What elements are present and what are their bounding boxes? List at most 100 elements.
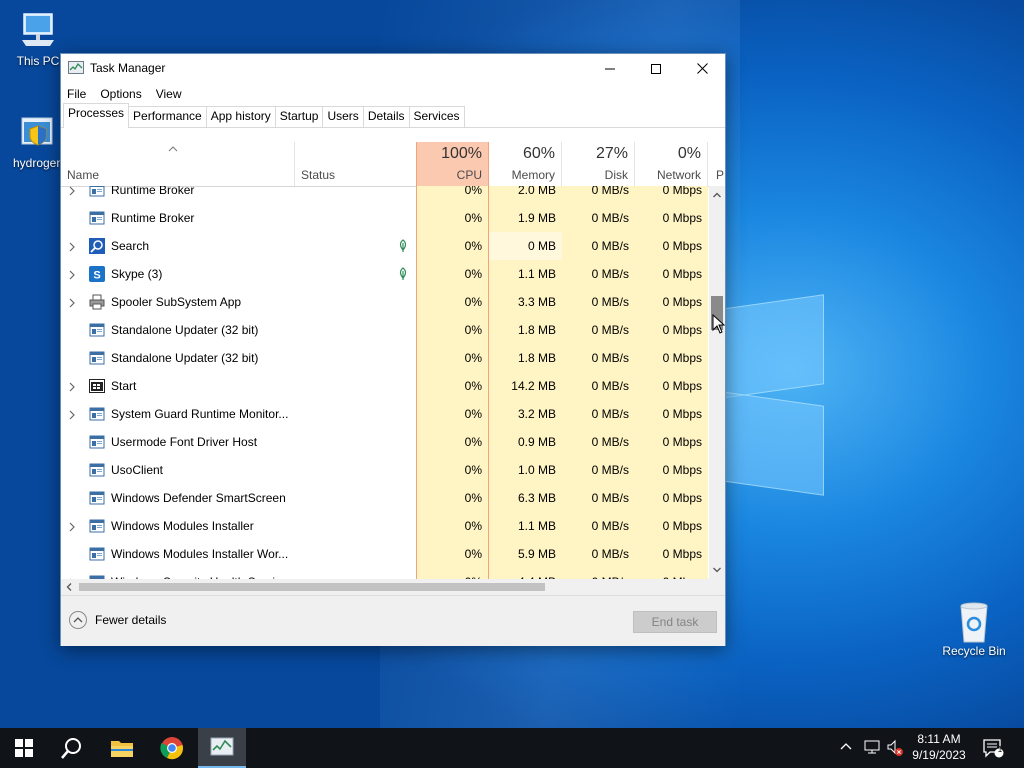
process-name: Search — [111, 239, 150, 253]
tab-performance[interactable]: Performance — [128, 106, 207, 127]
expand-chevron-icon[interactable] — [67, 521, 77, 532]
expand-chevron-icon[interactable] — [67, 241, 77, 252]
maximize-button[interactable] — [633, 54, 679, 83]
desktop-icon-recycle-bin[interactable]: Recycle Bin — [936, 600, 1012, 658]
process-name: System Guard Runtime Monitor... — [111, 407, 289, 421]
horizontal-scrollbar[interactable] — [61, 579, 709, 595]
column-header-name[interactable]: Name — [61, 142, 295, 186]
title-bar[interactable]: Task Manager — [61, 54, 725, 83]
column-header-disk[interactable]: 27% Disk — [562, 142, 635, 186]
task-manager-icon — [210, 737, 234, 756]
column-header-power[interactable]: P — [708, 142, 725, 186]
table-row[interactable]: Windows Security Health Servi... 0%4.4 MB… — [61, 568, 709, 579]
expand-chevron-icon[interactable] — [67, 297, 77, 308]
expand-chevron-icon[interactable] — [67, 186, 77, 196]
footer: Fewer details End task — [61, 595, 725, 646]
column-header-network[interactable]: 0% Network — [635, 142, 708, 186]
tab-app-history[interactable]: App history — [205, 106, 276, 127]
memory-cell: 3.3 MB — [489, 288, 562, 316]
column-header-status[interactable]: Status — [295, 142, 416, 186]
cpu-cell: 0% — [416, 540, 489, 568]
table-row[interactable]: Search 0% 0 MB 0 MB/s 0 Mbps — [61, 232, 709, 260]
table-row[interactable]: S Skype (3) 0% 1.1 MB 0 MB/s 0 Mbps — [61, 260, 709, 288]
column-header-memory[interactable]: 60% Memory — [489, 142, 562, 186]
task-manager-icon — [68, 61, 84, 75]
memory-cell: 1.9 MB — [489, 204, 562, 232]
tab-details[interactable]: Details — [362, 106, 410, 127]
table-row[interactable]: Windows Modules Installer 0% 1.1 MB 0 MB/s 0… — [61, 512, 709, 540]
scroll-up-arrow-icon[interactable] — [713, 192, 721, 198]
cpu-cell: 0% — [416, 456, 489, 484]
column-header-cpu[interactable]: 100% CPU — [416, 142, 489, 186]
network-cell: 0 Mbps — [635, 344, 708, 372]
cpu-cell: 0% — [416, 344, 489, 372]
disk-cell: 0 MB/s — [562, 372, 635, 400]
table-row[interactable]: Runtime Broker 0% 1.9 MB 0 MB/s 0 Mbps — [61, 204, 709, 232]
taskbar-chrome[interactable] — [148, 728, 196, 768]
menu-view[interactable]: View — [156, 87, 182, 101]
expand-chevron-icon[interactable] — [67, 381, 77, 392]
taskbar-task-manager[interactable] — [198, 728, 246, 768]
memory-cell: 1.8 MB — [489, 316, 562, 344]
network-cell: 0 Mbps — [635, 512, 708, 540]
window-icon — [89, 518, 105, 534]
cpu-cell: 0% — [416, 260, 489, 288]
window-icon — [89, 490, 105, 506]
network-cell: 0 Mbps — [635, 484, 708, 512]
process-name: UsoClient — [111, 463, 164, 477]
disk-cell: 0 MB/s — [562, 428, 635, 456]
tab-startup[interactable]: Startup — [274, 106, 324, 127]
process-name: Standalone Updater (32 bit) — [111, 351, 259, 365]
table-row[interactable]: Spooler SubSystem App 0% 3.3 MB 0 MB/s 0 Mbp… — [61, 288, 709, 316]
close-button[interactable] — [679, 54, 725, 83]
end-task-button[interactable]: End task — [633, 611, 717, 633]
minimize-button[interactable] — [587, 54, 633, 83]
task-manager-window: Task Manager File Options View Processes… — [60, 53, 726, 646]
sort-ascending-icon — [168, 146, 178, 152]
network-cell: 0 Mbps — [635, 428, 708, 456]
disk-cell: 0 MB/s — [562, 512, 635, 540]
network-cell: 0 Mbps — [635, 204, 708, 232]
menu-options[interactable]: Options — [100, 87, 141, 101]
desktop-icon-label: Recycle Bin — [942, 644, 1006, 658]
volume-muted-icon[interactable] — [886, 739, 904, 757]
cpu-cell: 0% — [416, 288, 489, 316]
table-row[interactable]: Standalone Updater (32 bit) 0% 1.8 MB 0 MB/… — [61, 344, 709, 372]
vertical-scrollbar[interactable] — [709, 186, 725, 579]
network-cell: 0 Mbps — [635, 568, 708, 579]
taskbar-file-explorer[interactable] — [98, 728, 146, 768]
window-icon — [89, 434, 105, 450]
suspended-leaf-icon — [397, 267, 409, 281]
table-row[interactable]: Windows Defender SmartScreen 0% 6.3 MB 0 MB… — [61, 484, 709, 512]
table-row[interactable]: Standalone Updater (32 bit) 0% 1.8 MB 0 MB/… — [61, 316, 709, 344]
cpu-cell: 0% — [416, 186, 489, 204]
tab-strip: Processes Performance App history Startu… — [61, 103, 725, 128]
clock[interactable]: 8:11 AM 9/19/2023 — [904, 731, 974, 763]
table-row[interactable]: Usermode Font Driver Host 0% 0.9 MB 0 MB/s 0… — [61, 428, 709, 456]
mouse-cursor-icon — [712, 314, 726, 334]
table-row[interactable]: System Guard Runtime Monitor... 0% 3.2 MB 0… — [61, 400, 709, 428]
network-icon[interactable] — [864, 740, 880, 754]
table-row[interactable]: UsoClient 0% 1.0 MB 0 MB/s 0 Mbps — [61, 456, 709, 484]
tab-processes[interactable]: Processes — [63, 103, 130, 128]
expand-chevron-icon[interactable] — [67, 409, 77, 420]
table-row[interactable]: Runtime Broker 0% 2.0 MB 0 MB/s 0 Mbps — [61, 186, 709, 204]
scroll-left-arrow-icon[interactable] — [66, 583, 72, 591]
fewer-details-button[interactable]: Fewer details — [69, 611, 166, 629]
search-button[interactable] — [48, 728, 96, 768]
menu-file[interactable]: File — [67, 87, 86, 101]
show-hidden-icons-chevron-icon[interactable] — [840, 742, 852, 750]
network-cell: 0 Mbps — [635, 260, 708, 288]
action-center-button[interactable]: 1 — [976, 728, 1010, 768]
expand-chevron-icon[interactable] — [67, 269, 77, 280]
process-name: Windows Defender SmartScreen — [111, 491, 286, 505]
scroll-down-arrow-icon[interactable] — [713, 567, 721, 573]
tab-services[interactable]: Services — [408, 106, 465, 127]
tab-users[interactable]: Users — [322, 106, 364, 127]
horizontal-scroll-thumb[interactable] — [79, 583, 545, 591]
taskbar: 8:11 AM 9/19/2023 1 — [0, 728, 1024, 768]
suspended-leaf-icon — [397, 239, 409, 253]
start-button[interactable] — [0, 728, 48, 768]
table-row[interactable]: Start 0% 14.2 MB 0 MB/s 0 Mbps — [61, 372, 709, 400]
table-row[interactable]: Windows Modules Installer Wor... 0% 5.9 MB… — [61, 540, 709, 568]
